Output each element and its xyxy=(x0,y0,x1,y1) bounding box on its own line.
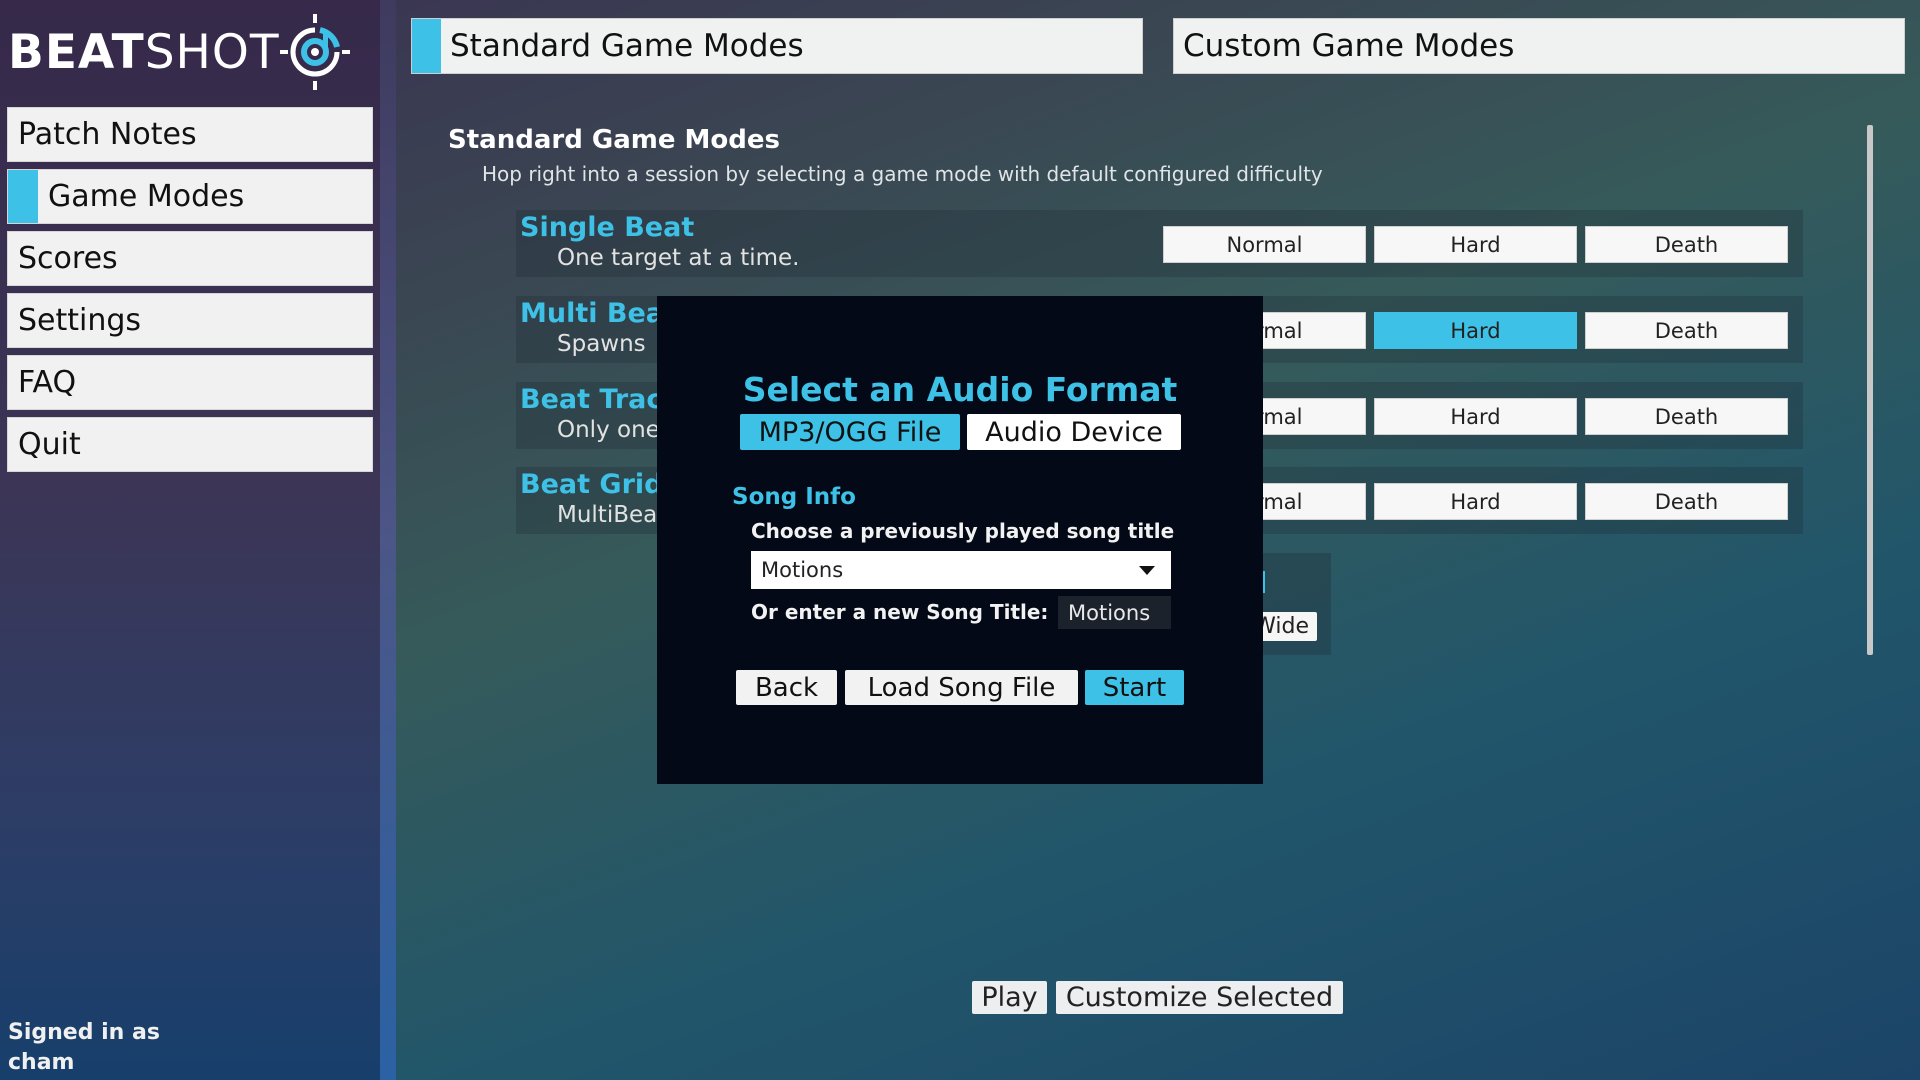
difficulty-hard-button[interactable]: Hard xyxy=(1374,398,1577,435)
sidebar-item-scores[interactable]: Scores xyxy=(7,231,373,286)
sidebar-item-label: Patch Notes xyxy=(18,117,197,152)
section-subtitle: Hop right into a session by selecting a … xyxy=(482,162,1323,186)
chevron-down-icon xyxy=(1139,566,1155,575)
sidebar-item-label: Scores xyxy=(18,241,118,276)
logo: BEATSHOT xyxy=(8,12,350,92)
target-music-note-icon xyxy=(279,14,350,90)
username: cham xyxy=(8,1050,75,1075)
play-button[interactable]: Play xyxy=(972,981,1047,1014)
signed-in-label: Signed in as xyxy=(8,1020,160,1045)
scrollbar[interactable] xyxy=(1867,125,1873,655)
tab-standard-game-modes[interactable]: Standard Game Modes xyxy=(411,18,1143,74)
mode-description: One target at a time. xyxy=(557,245,800,271)
sidebar-item-label: Quit xyxy=(18,427,81,462)
song-title-dropdown[interactable]: Motions xyxy=(751,551,1171,589)
logo-text-bold: BEAT xyxy=(8,24,145,80)
sidebar-item-settings[interactable]: Settings xyxy=(7,293,373,348)
difficulty-death-button[interactable]: Death xyxy=(1585,483,1788,520)
mode-row-single-beat: Single Beat One target at a time. Normal… xyxy=(516,210,1803,277)
difficulty-hard-button[interactable]: Hard xyxy=(1374,312,1577,349)
logo-text-light: SHOT xyxy=(144,24,280,80)
sidebar-divider xyxy=(380,0,396,1080)
difficulty-death-button[interactable]: Death xyxy=(1585,226,1788,263)
mode-name: Single Beat xyxy=(520,212,695,243)
start-button[interactable]: Start xyxy=(1085,670,1184,705)
difficulty-death-button[interactable]: Death xyxy=(1585,398,1788,435)
logo-text: BEATSHOT xyxy=(8,25,280,80)
load-song-file-button[interactable]: Load Song File xyxy=(845,670,1078,705)
sidebar-item-faq[interactable]: FAQ xyxy=(7,355,373,410)
back-button[interactable]: Back xyxy=(736,670,837,705)
difficulty-death-button[interactable]: Death xyxy=(1585,312,1788,349)
choose-song-label: Choose a previously played song title xyxy=(751,519,1175,543)
difficulty-normal-button[interactable]: Normal xyxy=(1163,226,1366,263)
tab-custom-game-modes[interactable]: Custom Game Modes xyxy=(1173,18,1905,74)
sidebar-item-patch-notes[interactable]: Patch Notes xyxy=(7,107,373,162)
audio-format-modal: Select an Audio Format MP3/OGG File Audi… xyxy=(657,296,1263,784)
signed-in-status: Signed in as cham xyxy=(8,1018,160,1078)
new-song-title-label: Or enter a new Song Title: xyxy=(751,600,1049,624)
sidebar-item-label: FAQ xyxy=(18,365,77,400)
sidebar-item-label: Settings xyxy=(18,303,142,338)
mode-description: Only one xyxy=(557,417,660,443)
tab-label: Standard Game Modes xyxy=(450,28,804,64)
mode-name: Beat Grid xyxy=(520,469,664,500)
customize-selected-button[interactable]: Customize Selected xyxy=(1056,981,1343,1014)
sidebar-item-game-modes[interactable]: Game Modes xyxy=(7,169,373,224)
sidebar: BEATSHOT Patch Notes Game Modes Scores S… xyxy=(0,0,380,1080)
song-info-heading: Song Info xyxy=(732,484,856,510)
mode-description: Spawns xyxy=(557,331,646,357)
section-title: Standard Game Modes xyxy=(448,125,780,155)
tab-label: Custom Game Modes xyxy=(1183,28,1515,64)
dropdown-value: Motions xyxy=(761,558,844,582)
sidebar-nav: Patch Notes Game Modes Scores Settings F… xyxy=(7,107,373,479)
audio-device-button[interactable]: Audio Device xyxy=(967,414,1181,450)
mode-description: MultiBea xyxy=(557,502,658,528)
difficulty-hard-button[interactable]: Hard xyxy=(1374,483,1577,520)
modal-title: Select an Audio Format xyxy=(742,370,1178,409)
new-song-title-input[interactable] xyxy=(1058,596,1171,629)
sidebar-item-quit[interactable]: Quit xyxy=(7,417,373,472)
mode-name: Multi Beat xyxy=(520,298,677,329)
difficulty-hard-button[interactable]: Hard xyxy=(1374,226,1577,263)
mp3-ogg-file-button[interactable]: MP3/OGG File xyxy=(740,414,960,450)
sidebar-item-label: Game Modes xyxy=(48,179,245,214)
